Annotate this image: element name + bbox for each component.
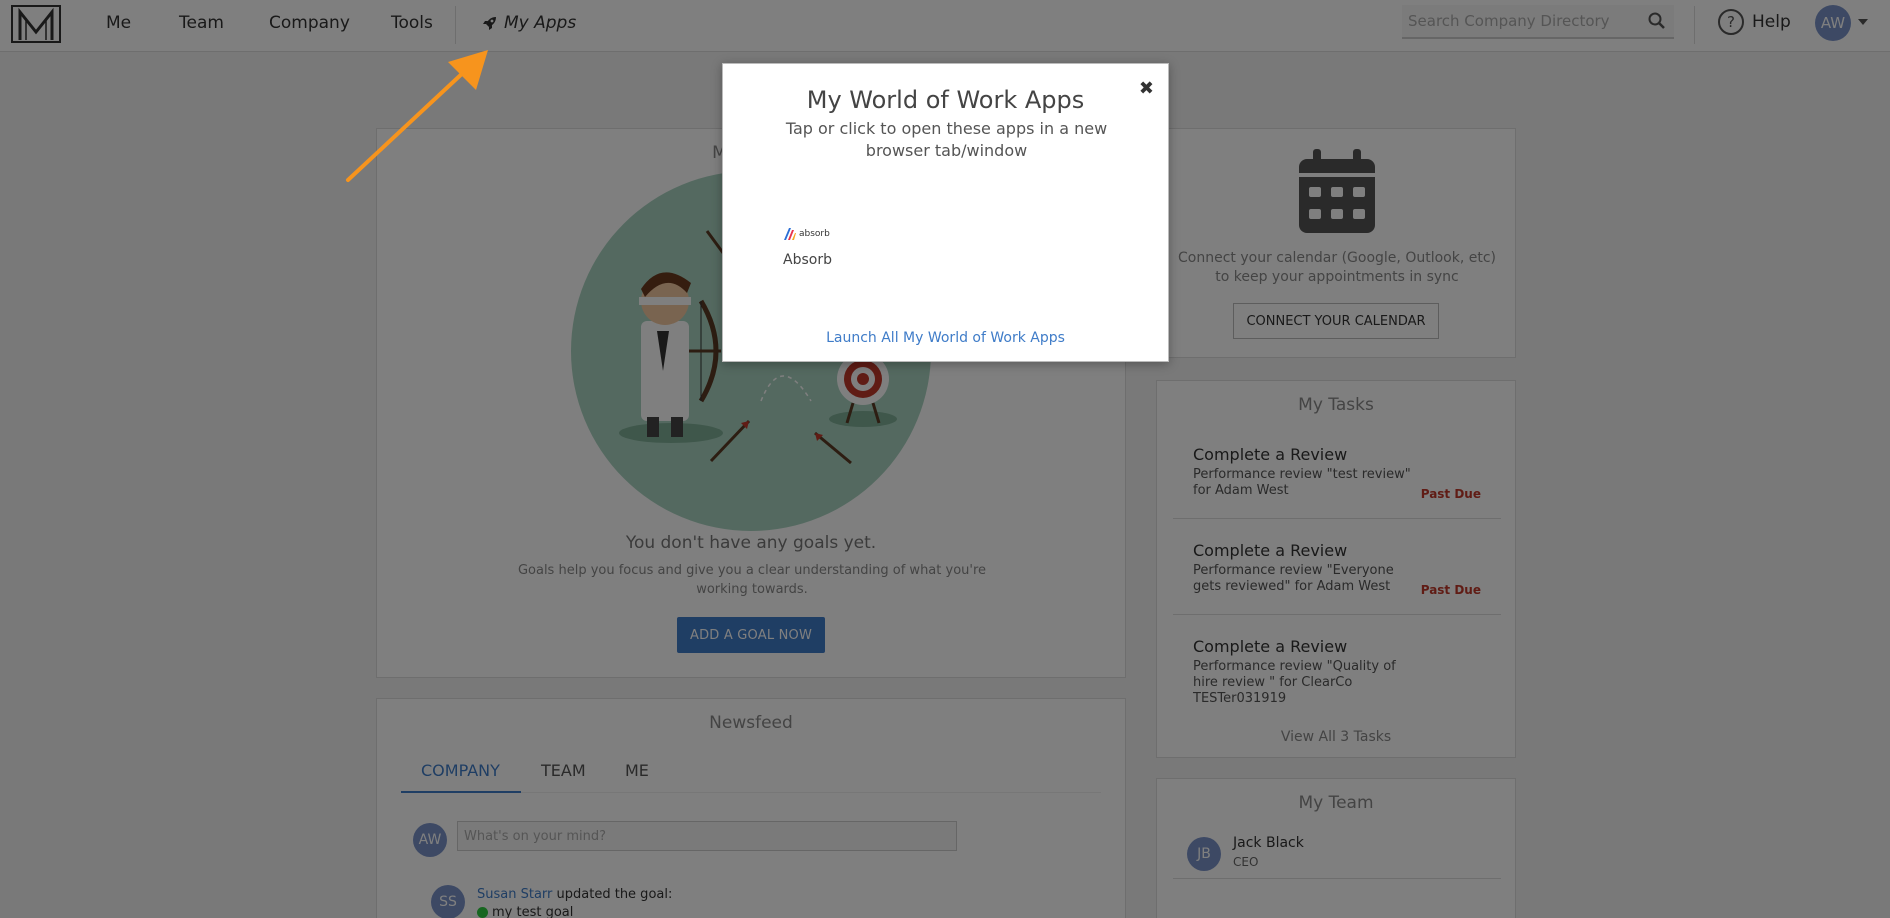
app-name: Absorb (783, 252, 832, 268)
modal-title: My World of Work Apps (806, 86, 1085, 114)
absorb-logo-text: absorb (799, 229, 830, 239)
absorb-mark-icon (784, 228, 796, 240)
annotation-arrow-icon (346, 50, 488, 182)
my-apps-modal: ✖ My World of Work Apps Tap or click to … (722, 63, 1169, 362)
launch-all-apps-link[interactable]: Launch All My World of Work Apps (723, 330, 1168, 346)
app-tile-absorb[interactable]: absorb Absorb (779, 224, 839, 284)
modal-subtitle: Tap or click to open these apps in a new… (785, 119, 1108, 160)
absorb-logo: absorb (783, 226, 833, 242)
